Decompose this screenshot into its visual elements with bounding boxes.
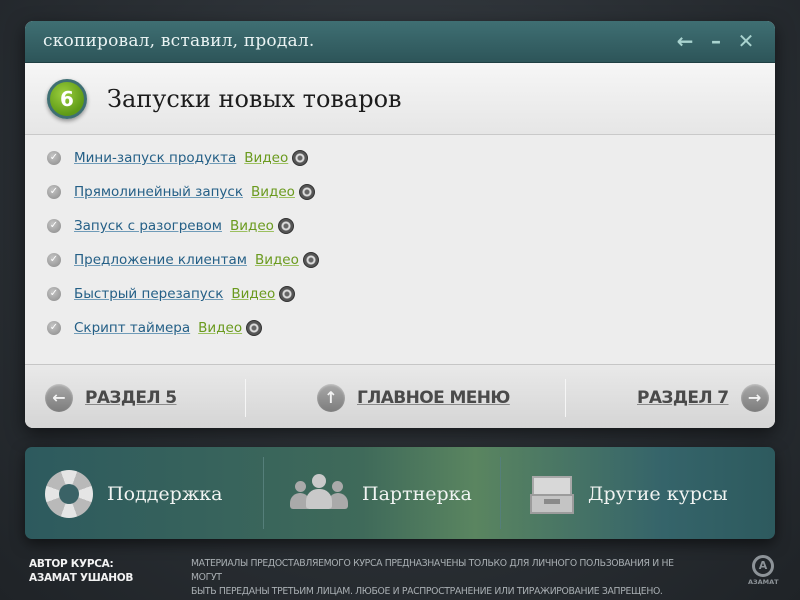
notice-line: МАТЕРИАЛЫ ПРЕДОСТАВЛЯЕМОГО КУРСА ПРЕДНАЗ… [191,558,674,583]
other-courses-label: Другие курсы [588,483,728,505]
film-reel-icon[interactable] [246,320,263,336]
page-title: Запуски новых товаров [107,85,402,113]
lesson-link[interactable]: Быстрый перезапуск [74,286,223,302]
logo-mark: А [752,555,774,577]
support-button[interactable]: Поддержка [45,469,223,519]
next-section-label: РАЗДЕЛ 7 [637,388,729,408]
film-reel-icon[interactable] [279,286,296,302]
app-title: скопировал, вставил, продал. [43,31,315,51]
list-item: ✓ Скрипт таймера Видео [47,317,263,339]
bottom-panel: Поддержка Партнерка Другие курсы [25,447,775,539]
arrow-up-icon: ↑ [317,384,345,412]
author-label: АВТОР КУРСА: [29,558,114,570]
prev-section-button[interactable]: ← РАЗДЕЛ 5 [45,383,177,413]
main-menu-label: ГЛАВНОЕ МЕНЮ [357,388,510,408]
minimize-icon[interactable]: – [705,30,727,52]
lesson-link[interactable]: Предложение клиентам [74,252,247,268]
list-item: ✓ Быстрый перезапуск Видео [47,283,296,305]
author-logo: А АЗАМАТ [748,555,779,586]
support-label: Поддержка [107,483,223,505]
lesson-link[interactable]: Прямолинейный запуск [74,184,243,200]
panel-divider [500,457,501,529]
video-link[interactable]: Видео [231,286,275,302]
check-icon: ✓ [47,253,61,267]
course-author: АВТОР КУРСА: АЗАМАТ УШАНОВ [29,557,133,585]
video-link[interactable]: Видео [198,320,242,336]
list-item: ✓ Прямолинейный запуск Видео [47,181,315,203]
lesson-link[interactable]: Запуск с разогревом [74,218,222,234]
back-arrow-icon[interactable]: ← [674,30,696,52]
people-icon [290,472,348,516]
list-item: ✓ Запуск с разогревом Видео [47,215,294,237]
check-icon: ✓ [47,321,61,335]
film-reel-icon[interactable] [277,218,294,234]
film-reel-icon[interactable] [298,184,315,200]
main-menu-button[interactable]: ↑ ГЛАВНОЕ МЕНЮ [317,383,510,413]
film-reel-icon[interactable] [292,150,309,166]
video-link[interactable]: Видео [244,150,288,166]
main-window: скопировал, вставил, продал. ← – ✕ 6 Зап… [25,21,775,428]
check-icon: ✓ [47,219,61,233]
nav-divider [565,379,566,417]
arrow-right-icon: → [740,384,769,412]
partner-label: Партнерка [362,483,472,505]
film-reel-icon[interactable] [302,252,319,268]
other-courses-button[interactable]: Другие курсы [530,469,728,519]
lesson-link[interactable]: Мини-запуск продукта [74,150,236,166]
inbox-tray-icon [530,474,574,514]
arrow-left-icon: ← [45,384,73,412]
video-link[interactable]: Видео [255,252,299,268]
author-name: АЗАМАТ УШАНОВ [29,572,134,584]
section-header: 6 Запуски новых товаров [25,63,775,135]
list-item: ✓ Предложение клиентам Видео [47,249,319,271]
list-item: ✓ Мини-запуск продукта Видео [47,147,309,169]
check-icon: ✓ [47,287,61,301]
video-link[interactable]: Видео [230,218,274,234]
check-icon: ✓ [47,185,61,199]
lesson-link[interactable]: Скрипт таймера [74,320,190,336]
prev-section-label: РАЗДЕЛ 5 [85,388,177,408]
nav-divider [245,379,246,417]
lifebuoy-icon [45,470,93,518]
close-icon[interactable]: ✕ [735,30,757,52]
video-link[interactable]: Видео [251,184,295,200]
next-section-button[interactable]: РАЗДЕЛ 7 → [637,383,769,413]
title-bar: скопировал, вставил, продал. ← – ✕ [25,21,775,63]
copyright-notice: МАТЕРИАЛЫ ПРЕДОСТАВЛЯЕМОГО КУРСА ПРЕДНАЗ… [191,557,681,599]
logo-text: АЗАМАТ [748,578,779,586]
check-icon: ✓ [47,151,61,165]
panel-divider [263,457,264,529]
section-nav: ← РАЗДЕЛ 5 ↑ ГЛАВНОЕ МЕНЮ РАЗДЕЛ 7 → [25,364,775,428]
notice-line: БЫТЬ ПЕРЕДАНЫ ТРЕТЬИМ ЛИЦАМ. ЛЮБОЕ И РАС… [191,586,663,597]
section-number-badge: 6 [47,79,87,119]
partner-button[interactable]: Партнерка [290,469,472,519]
